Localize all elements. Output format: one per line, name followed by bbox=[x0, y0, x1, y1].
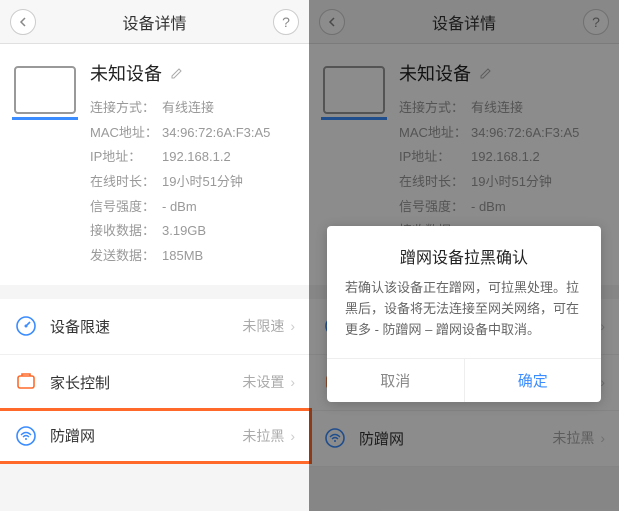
list-item-label: 设备限速 bbox=[50, 316, 242, 337]
confirm-dialog: 蹭网设备拉黑确认 若确认该设备正在蹭网，可拉黑处理。拉黑后，设备将无法连接至网关… bbox=[327, 226, 601, 402]
page-title: 设备详情 bbox=[122, 10, 186, 34]
settings-list: 设备限速 未限速 › 家长控制 未设置 › 防蹭网 未拉黑 › bbox=[0, 299, 309, 464]
speed-icon bbox=[14, 314, 38, 338]
list-item-label: 家长控制 bbox=[50, 372, 242, 393]
screen-left: 设备详情 ? 未知设备 连接方式：有线连接 MAC地址：34:96:72:6A:… bbox=[0, 0, 309, 511]
parent-icon bbox=[14, 370, 38, 394]
device-info: 未知设备 连接方式：有线连接 MAC地址：34:96:72:6A:F3:A5 I… bbox=[90, 60, 295, 269]
ok-button[interactable]: 确定 bbox=[465, 359, 602, 402]
dialog-body: 若确认该设备正在蹭网，可拉黑处理。拉黑后，设备将无法连接至网关网络，可在更多 -… bbox=[327, 278, 601, 358]
list-item-parental-control[interactable]: 家长控制 未设置 › bbox=[0, 355, 309, 411]
list-item-anti-wifi-squat[interactable]: 防蹭网 未拉黑 › bbox=[0, 408, 312, 464]
chevron-right-icon: › bbox=[290, 428, 295, 444]
list-item-value: 未拉黑 bbox=[242, 426, 284, 446]
shield-icon bbox=[14, 424, 38, 448]
info-row: 接收数据：3.19GB bbox=[90, 219, 295, 244]
device-name: 未知设备 bbox=[90, 60, 162, 86]
help-button[interactable]: ? bbox=[273, 9, 299, 35]
chevron-right-icon: › bbox=[290, 374, 295, 390]
chevron-right-icon: › bbox=[290, 318, 295, 334]
info-row: 在线时长：19小时51分钟 bbox=[90, 170, 295, 195]
info-row: 信号强度：- dBm bbox=[90, 195, 295, 220]
info-row: IP地址：192.168.1.2 bbox=[90, 145, 295, 170]
edit-icon[interactable] bbox=[170, 66, 184, 80]
cancel-button[interactable]: 取消 bbox=[327, 359, 465, 402]
list-item-value: 未设置 bbox=[242, 372, 284, 392]
info-row: 连接方式：有线连接 bbox=[90, 96, 295, 121]
header: 设备详情 ? bbox=[0, 0, 309, 44]
list-item-label: 防蹭网 bbox=[50, 425, 242, 446]
list-item-value: 未限速 bbox=[242, 316, 284, 336]
dialog-title: 蹭网设备拉黑确认 bbox=[327, 226, 601, 278]
screen-right: 设备详情 ? 未知设备 连接方式：有线连接 MAC地址：34:96:72:6A:… bbox=[309, 0, 619, 511]
question-icon: ? bbox=[282, 14, 290, 30]
laptop-icon bbox=[14, 66, 76, 114]
info-row: 发送数据：185MB bbox=[90, 244, 295, 269]
back-button[interactable] bbox=[10, 9, 36, 35]
chevron-left-icon bbox=[18, 17, 28, 27]
dialog-actions: 取消 确定 bbox=[327, 358, 601, 402]
device-summary: 未知设备 连接方式：有线连接 MAC地址：34:96:72:6A:F3:A5 I… bbox=[0, 44, 309, 285]
list-item-speed-limit[interactable]: 设备限速 未限速 › bbox=[0, 299, 309, 355]
info-row: MAC地址：34:96:72:6A:F3:A5 bbox=[90, 121, 295, 146]
